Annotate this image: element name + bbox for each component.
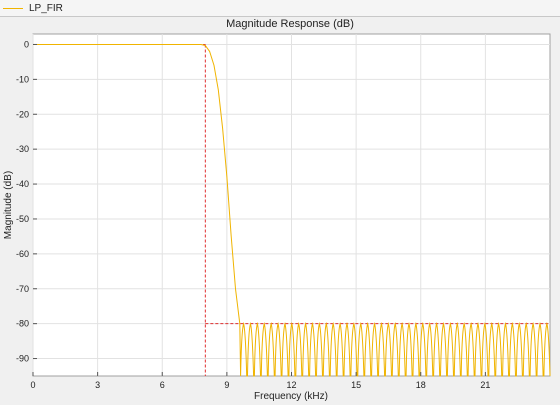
chart-title: Magnitude Response (dB) bbox=[226, 18, 354, 30]
x-tick-label: 3 bbox=[95, 380, 100, 390]
x-tick-label: 9 bbox=[224, 380, 229, 390]
legend-series-label: LP_FIR bbox=[29, 2, 63, 14]
magnitude-response-chart: Magnitude Response (dB) 0 3 6 9 12 15 18 21 0 -1… bbox=[0, 17, 560, 405]
legend-bar: LP_FIR bbox=[0, 0, 560, 17]
legend-line-swatch-icon bbox=[3, 7, 23, 9]
y-tick-label: -60 bbox=[16, 249, 29, 259]
y-tick-label: -80 bbox=[16, 319, 29, 329]
x-tick-label: 12 bbox=[286, 380, 296, 390]
x-tick-label: 21 bbox=[480, 380, 490, 390]
y-tick-label: -40 bbox=[16, 179, 29, 189]
y-tick-label: -30 bbox=[16, 144, 29, 154]
x-tick-label: 15 bbox=[351, 380, 361, 390]
y-tick-label: -10 bbox=[16, 74, 29, 84]
x-tick-label: 18 bbox=[416, 380, 426, 390]
x-axis-label: Frequency (kHz) bbox=[254, 391, 328, 402]
y-tick-label: -70 bbox=[16, 284, 29, 294]
y-axis-label: Magnitude (dB) bbox=[3, 171, 14, 239]
y-tick-label: -50 bbox=[16, 214, 29, 224]
y-tick-label: -90 bbox=[16, 354, 29, 364]
x-tick-label: 6 bbox=[160, 380, 165, 390]
x-tick-label: 0 bbox=[30, 380, 35, 390]
y-tick-label: -20 bbox=[16, 109, 29, 119]
y-tick-label: 0 bbox=[24, 39, 29, 49]
